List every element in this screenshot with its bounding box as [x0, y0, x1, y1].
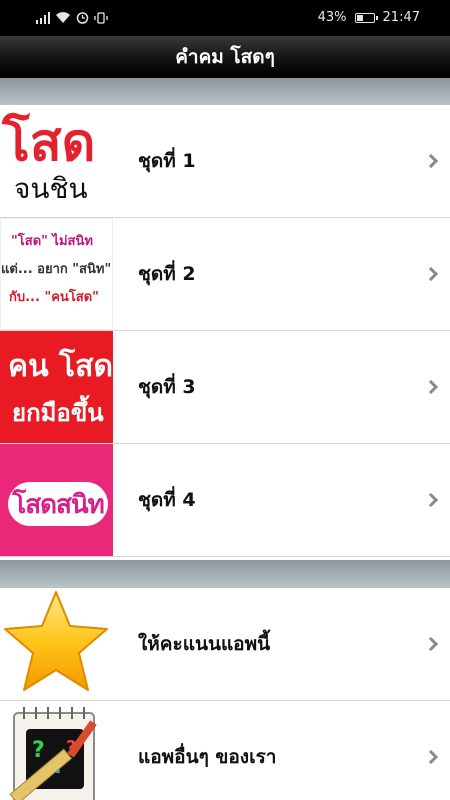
- svg-text:?: ?: [32, 738, 45, 763]
- list-item-set-2[interactable]: "โสด" ไม่สนิท แต่... อยาก "สนิท" กับ... …: [0, 218, 450, 331]
- vibrate-icon: [94, 11, 108, 24]
- thumbnail-text: คน โสด: [8, 349, 113, 384]
- battery-percent: 43%: [317, 10, 347, 25]
- status-icons-right: 43% 21:47: [318, 10, 420, 25]
- chevron-right-icon: [423, 379, 439, 395]
- chevron-right-icon: [423, 266, 439, 282]
- thumbnail-text: "โสด" ไม่สนิท: [11, 234, 93, 249]
- clock: 21:47: [382, 10, 420, 25]
- battery-icon: [354, 12, 378, 23]
- thumbnail-text: จนชิน: [14, 172, 88, 205]
- battery-fill: [356, 14, 364, 21]
- thumbnail-text: ยกมือขึ้น: [12, 399, 104, 427]
- list-item-label: แอพอื่นๆ ของเรา: [138, 746, 277, 768]
- star-icon: [0, 588, 113, 700]
- list-item-set-4[interactable]: โสดสนิท ชุดที่ 4: [0, 444, 450, 557]
- list-item-set-1[interactable]: โสด จนชิน ชุดที่ 1: [0, 105, 450, 218]
- thumbnail-text: แต่... อยาก "สนิท": [1, 262, 112, 277]
- section-divider: [0, 560, 450, 588]
- chevron-right-icon: [423, 492, 439, 508]
- thumbnail-image: โสด จนชิน: [0, 105, 113, 217]
- status-bar: 43% 21:47: [0, 0, 450, 36]
- thumbnail-text: กับ... "คนโสด": [9, 290, 99, 305]
- rate-app-button[interactable]: ให้คะแนนแอพนี้: [0, 588, 450, 701]
- section-divider: [0, 78, 450, 105]
- more-apps-button[interactable]: ? ? ? แอพอื่นๆ ของเรา: [0, 701, 450, 800]
- thumbnail-text: โสดสนิท: [8, 482, 108, 526]
- thumbnail-image: "โสด" ไม่สนิท แต่... อยาก "สนิท" กับ... …: [0, 218, 113, 330]
- thumbnail-image: โสดสนิท: [0, 444, 113, 556]
- notebook-question-icon: ? ? ?: [0, 701, 113, 800]
- wifi-icon: [56, 11, 70, 23]
- list-item-label: ชุดที่ 2: [138, 263, 196, 285]
- app-title-bar: คำคม โสดๆ: [0, 36, 450, 78]
- page-title: คำคม โสดๆ: [175, 46, 275, 68]
- chevron-right-icon: [423, 153, 439, 169]
- list-item-label: ชุดที่ 4: [138, 489, 196, 511]
- list-item-label: ชุดที่ 1: [138, 150, 196, 172]
- chevron-right-icon: [423, 636, 439, 652]
- signal-icon: [36, 11, 50, 24]
- list-item-label: ให้คะแนนแอพนี้: [138, 633, 271, 655]
- list-item-set-3[interactable]: คน โสด ยกมือขึ้น ชุดที่ 3: [0, 331, 450, 444]
- thumbnail-image: คน โสด ยกมือขึ้น: [0, 331, 113, 443]
- status-icons-left: [36, 11, 108, 24]
- chevron-right-icon: [423, 749, 439, 765]
- alarm-icon: [76, 12, 89, 24]
- list-item-label: ชุดที่ 3: [138, 376, 196, 398]
